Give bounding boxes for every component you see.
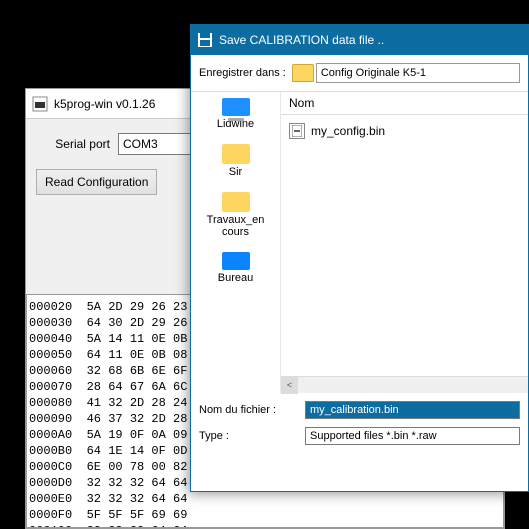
places-sidebar: Lidwine Sir Travaux_en cours Bureau	[191, 92, 281, 393]
read-configuration-button[interactable]: Read Configuration	[36, 169, 157, 195]
file-icon	[289, 123, 305, 139]
horizontal-scrollbar[interactable]: <	[281, 376, 528, 393]
filename-input[interactable]	[305, 401, 520, 419]
filetype-label: Type :	[199, 430, 299, 442]
place-label: Bureau	[218, 272, 253, 284]
hex-line: 0000E0 32 32 32 64 64	[29, 491, 501, 507]
save-dialog: Save CALIBRATION data file .. Enregistre…	[190, 24, 529, 492]
column-header-name[interactable]: Nom	[281, 92, 528, 115]
place-folder-2[interactable]: Travaux_en cours	[196, 192, 276, 238]
file-name: my_config.bin	[311, 124, 385, 138]
folder-icon	[222, 144, 250, 164]
place-folder-1[interactable]: Sir	[196, 144, 276, 178]
filetype-value: Supported files *.bin *.raw	[310, 430, 437, 442]
directory-name: Config Originale K5-1	[321, 67, 426, 79]
save-dialog-titlebar: Save CALIBRATION data file ..	[191, 25, 528, 55]
serial-port-label: Serial port	[36, 137, 118, 151]
filename-label: Nom du fichier :	[199, 404, 299, 416]
place-label: Sir	[229, 166, 242, 178]
place-desktop[interactable]: Bureau	[196, 252, 276, 284]
k5prog-title: k5prog-win v0.1.26	[54, 97, 155, 111]
app-icon	[32, 96, 48, 112]
directory-dropdown[interactable]: Config Originale K5-1	[316, 63, 520, 83]
file-list-pane: Nom my_config.bin <	[281, 92, 528, 393]
monitor-icon	[222, 98, 250, 116]
desktop-icon	[222, 252, 250, 270]
list-item[interactable]: my_config.bin	[289, 121, 520, 141]
hex-line: 0000F0 5F 5F 5F 69 69	[29, 507, 501, 523]
save-icon	[197, 32, 213, 48]
filetype-dropdown[interactable]: Supported files *.bin *.raw	[305, 427, 520, 445]
scroll-left-button[interactable]: <	[281, 377, 298, 394]
folder-icon	[222, 192, 250, 212]
save-dialog-title: Save CALIBRATION data file ..	[219, 33, 384, 47]
place-computer[interactable]: Lidwine	[196, 98, 276, 130]
hex-line: 000100 32 32 32 64 64	[29, 523, 501, 528]
folder-icon	[292, 64, 314, 82]
save-in-label: Enregistrer dans :	[199, 67, 286, 79]
place-label: Travaux_en cours	[196, 214, 276, 238]
